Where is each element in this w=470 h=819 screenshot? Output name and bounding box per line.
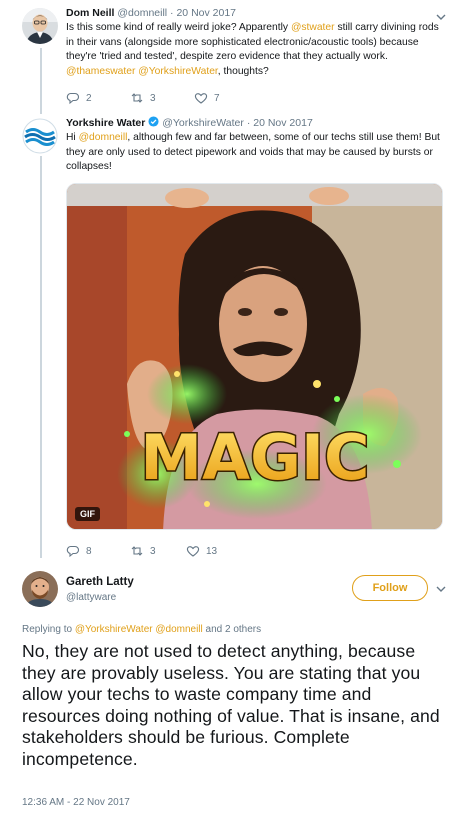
reply-count: 2 xyxy=(86,92,92,104)
gif-media[interactable]: MAGIC GIF xyxy=(66,183,443,530)
focus-author: Gareth Latty @lattyware xyxy=(66,575,134,605)
mention-link[interactable]: @domneill xyxy=(79,132,128,143)
separator: · xyxy=(246,117,251,129)
reply-button[interactable]: 2 xyxy=(66,91,130,105)
focus-tweet-text: No, they are not used to detect anything… xyxy=(22,641,440,769)
mention-link[interactable]: @stwater xyxy=(291,22,335,33)
mention-link[interactable]: @thameswater xyxy=(66,66,135,77)
like-button[interactable]: 13 xyxy=(186,544,217,558)
tweet-timestamp[interactable]: 12:36 AM - 22 Nov 2017 xyxy=(22,797,130,808)
mention-link[interactable]: @YorkshireWater xyxy=(138,66,218,77)
tweet-actions: 8 3 13 xyxy=(66,544,217,558)
chevron-down-icon[interactable] xyxy=(434,10,448,24)
retweet-count: 3 xyxy=(150,545,156,557)
thread-connector xyxy=(40,48,42,114)
retweet-icon xyxy=(131,93,143,103)
author-name[interactable]: Gareth Latty xyxy=(66,575,134,590)
reply-icon xyxy=(66,92,80,105)
retweet-icon xyxy=(131,546,143,556)
avatar[interactable] xyxy=(22,8,58,44)
author-handle[interactable]: @YorkshireWater xyxy=(162,117,244,129)
text-segment: Hi xyxy=(66,132,79,143)
like-icon xyxy=(194,93,208,104)
gif-caption: MAGIC xyxy=(140,421,369,494)
tweet-text: Hi @domneill, although few and far betwe… xyxy=(66,131,448,175)
reply-icon xyxy=(66,545,80,558)
verified-badge-icon xyxy=(148,116,159,127)
reply-count: 8 xyxy=(86,545,92,557)
separator: · xyxy=(170,7,174,19)
retweet-count: 3 xyxy=(150,92,156,104)
like-button[interactable]: 7 xyxy=(194,91,220,105)
avatar[interactable] xyxy=(22,118,58,154)
chevron-down-icon[interactable] xyxy=(434,582,448,596)
text-segment: Is this some kind of really weird joke? … xyxy=(66,22,291,33)
retweet-button[interactable]: 3 xyxy=(130,91,194,105)
replying-to-suffix[interactable]: and 2 others xyxy=(203,624,262,635)
tweet-actions: 2 3 7 xyxy=(66,91,220,105)
replying-to-prefix: Replying to xyxy=(22,624,75,635)
like-icon xyxy=(186,546,200,557)
author-name[interactable]: Yorkshire Water xyxy=(66,117,145,129)
reply-button[interactable]: 8 xyxy=(66,544,130,558)
avatar[interactable] xyxy=(22,571,58,607)
replying-to-mentions[interactable]: @YorkshireWater @domneill xyxy=(75,624,203,635)
tweet-text: Is this some kind of really weird joke? … xyxy=(66,21,448,79)
gif-badge: GIF xyxy=(75,507,100,521)
retweet-button[interactable]: 3 xyxy=(130,544,186,558)
tweet-date[interactable]: 20 Nov 2017 xyxy=(176,7,236,19)
author-handle[interactable]: @domneill xyxy=(117,7,167,19)
thread-connector xyxy=(40,156,42,558)
gif-frame-image: MAGIC xyxy=(67,184,442,529)
author-handle[interactable]: @lattyware xyxy=(66,590,134,605)
replying-to: Replying to @YorkshireWater @domneill an… xyxy=(22,624,261,635)
follow-button[interactable]: Follow xyxy=(352,575,428,601)
tweet-date[interactable]: 20 Nov 2017 xyxy=(253,117,313,129)
text-segment: , thoughts? xyxy=(217,65,269,77)
author-name[interactable]: Dom Neill xyxy=(66,7,114,19)
like-count: 7 xyxy=(214,92,220,104)
like-count: 13 xyxy=(206,545,218,557)
